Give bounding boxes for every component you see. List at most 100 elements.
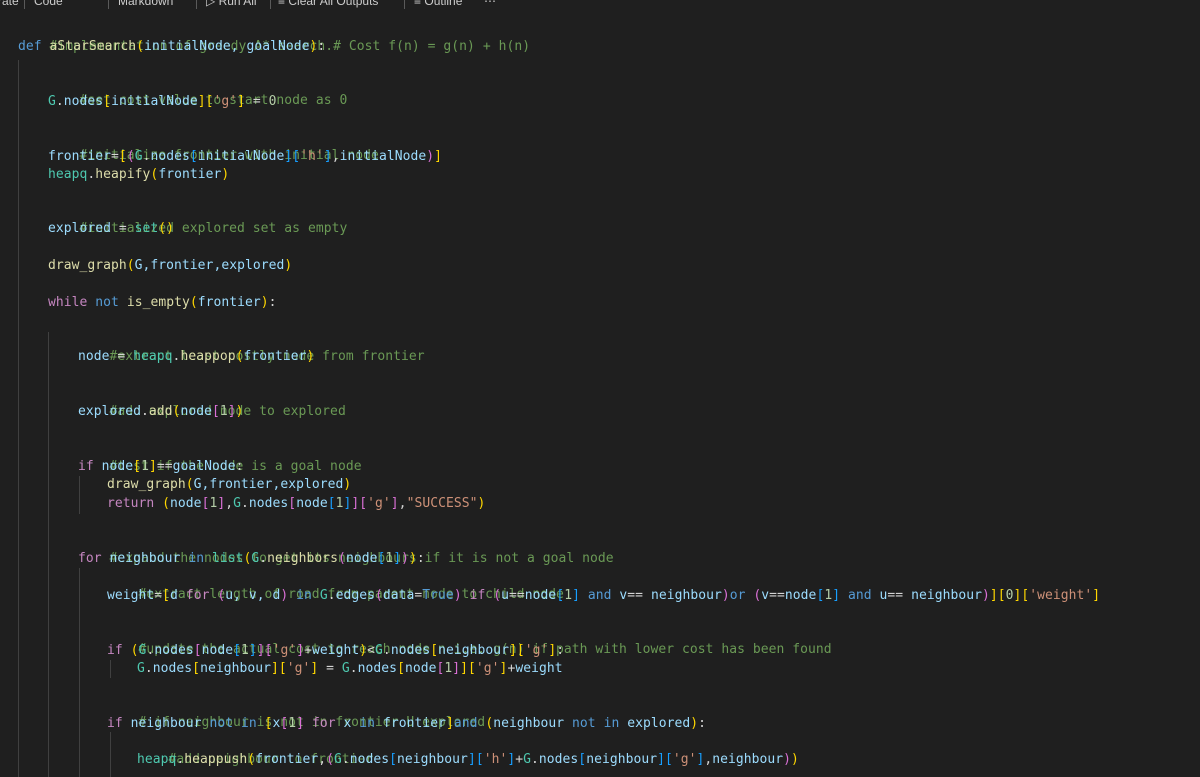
token: explored bbox=[48, 221, 112, 236]
token: G,frontier,explored bbox=[193, 477, 344, 492]
token: heapify bbox=[95, 167, 151, 182]
token: in bbox=[603, 716, 620, 731]
toolbar-separator bbox=[108, 0, 109, 9]
token: 1 bbox=[241, 643, 249, 658]
code-line-10: draw_graph(G,frontier,explored) bbox=[48, 258, 293, 273]
token: neighbour bbox=[200, 661, 271, 676]
token: set bbox=[134, 221, 159, 236]
token: True bbox=[422, 588, 454, 603]
outline-label: Outline bbox=[424, 0, 463, 8]
notebook-toolbar: rate Code Markdown ▷ Run All ≡ Clear All… bbox=[0, 0, 1200, 9]
code-line-24: #update the actual cost to reach node n … bbox=[107, 623, 832, 657]
token: weight bbox=[515, 661, 563, 676]
token: neighbour bbox=[397, 752, 468, 767]
token: u, v, d bbox=[225, 588, 281, 603]
token: and bbox=[848, 588, 872, 603]
toolbar-separator bbox=[24, 0, 25, 9]
token: is_empty bbox=[126, 295, 190, 310]
code-line-9: explored = set() bbox=[48, 221, 175, 236]
token: "SUCCESS" bbox=[406, 496, 478, 511]
code-line-28: if neighbour not in [x[1] for x in front… bbox=[107, 716, 707, 731]
token: draw_graph bbox=[107, 477, 186, 492]
token: 1 bbox=[564, 588, 573, 603]
more-icon[interactable]: ⋯ bbox=[484, 0, 496, 8]
token: G,frontier,explored bbox=[134, 258, 285, 273]
token: 'h' bbox=[300, 149, 324, 164]
token: initialNode bbox=[197, 149, 285, 164]
token: 'g' bbox=[524, 643, 549, 658]
token: 0 bbox=[268, 94, 277, 109]
token: add bbox=[148, 404, 173, 419]
code-line-22: #extract length of road from parent node… bbox=[107, 568, 564, 602]
token: neighbour bbox=[650, 588, 722, 603]
token: for bbox=[311, 716, 336, 731]
clear-all-outputs-button[interactable]: ≡ Clear All Outputs bbox=[278, 0, 378, 8]
code-line-15: explored.add(node[1]) bbox=[78, 404, 244, 419]
keyword-def: def bbox=[18, 39, 42, 54]
run-all-button[interactable]: ▷ Run All bbox=[206, 0, 257, 8]
token: and bbox=[453, 716, 478, 731]
token: data bbox=[382, 588, 415, 603]
code-line-1: #implementation of greedy A* search. bbox=[18, 20, 334, 54]
token: nodes bbox=[248, 496, 289, 511]
token: node bbox=[180, 404, 212, 419]
add-code-cell-button[interactable]: Code bbox=[34, 0, 63, 8]
token: frontier bbox=[382, 716, 446, 731]
run-all-label: Run All bbox=[218, 0, 257, 8]
code-line-5: #initialize frontier with initial node bbox=[48, 129, 379, 163]
token: heappop bbox=[180, 349, 236, 364]
clear-icon: ≡ bbox=[278, 0, 286, 8]
comment: # Cost f(n) = g(n) + h(n) bbox=[333, 39, 531, 54]
code-line-26: G.nodes[neighbour]['g'] = G.nodes[node[1… bbox=[137, 661, 563, 676]
token: for bbox=[78, 551, 102, 566]
code-line-16: #test if the node is a goal node bbox=[78, 440, 362, 474]
code-cell-editor[interactable]: #implementation of greedy A* search. def… bbox=[0, 14, 1200, 777]
token: u bbox=[501, 588, 510, 603]
token: weight bbox=[311, 643, 360, 658]
token: nodes bbox=[154, 643, 194, 658]
code-line-20: #expand the nodes to get its neighbours … bbox=[78, 532, 614, 566]
play-icon: ▷ bbox=[206, 0, 216, 8]
toolbar-item-partial[interactable]: rate bbox=[0, 0, 19, 8]
token: nodes bbox=[349, 752, 390, 767]
code-line-7: heapq.heapify(frontier) bbox=[48, 167, 230, 182]
code-line-29: #add neighbour to frontier bbox=[137, 733, 374, 767]
token: heapq bbox=[48, 167, 88, 182]
token: nodes bbox=[150, 149, 190, 164]
token: heappush bbox=[184, 752, 248, 767]
token: 'g' bbox=[213, 94, 238, 109]
token: if bbox=[78, 459, 94, 474]
token: x bbox=[343, 716, 352, 731]
outline-button[interactable]: ≡ Outline bbox=[414, 0, 462, 8]
token: in bbox=[188, 551, 205, 566]
code-line-18: draw_graph(G,frontier,explored) bbox=[107, 477, 352, 492]
token: or bbox=[729, 588, 746, 603]
token: if bbox=[107, 643, 123, 658]
token: for bbox=[185, 588, 210, 603]
token: node bbox=[170, 496, 202, 511]
token: frontier bbox=[197, 295, 261, 310]
toolbar-separator bbox=[270, 0, 271, 9]
token: G bbox=[319, 588, 328, 603]
token: G bbox=[233, 496, 242, 511]
token: nodes bbox=[152, 661, 193, 676]
clear-all-outputs-label: Clear All Outputs bbox=[288, 0, 379, 8]
token: node bbox=[296, 496, 328, 511]
indent-guide bbox=[18, 60, 19, 777]
token: weight bbox=[107, 588, 155, 603]
token: not bbox=[95, 295, 119, 310]
token: frontier bbox=[255, 752, 319, 767]
token: node bbox=[524, 588, 557, 603]
code-line-13: node = heapq.heappop(frontier) bbox=[78, 349, 315, 364]
token: G bbox=[134, 149, 143, 164]
token: in bbox=[296, 588, 312, 603]
token: explored bbox=[78, 404, 142, 419]
add-markdown-cell-button[interactable]: Markdown bbox=[118, 0, 173, 8]
token: G bbox=[523, 752, 532, 767]
function-name: aStarSearch bbox=[49, 39, 137, 54]
token: 0 bbox=[1005, 588, 1014, 603]
code-line-21: for neighbour in list(G.neighbors(node[1… bbox=[78, 551, 425, 566]
token: 'h' bbox=[483, 752, 508, 767]
code-line-3: #set cost value to start node as 0 bbox=[48, 74, 348, 108]
token: G bbox=[137, 661, 145, 676]
